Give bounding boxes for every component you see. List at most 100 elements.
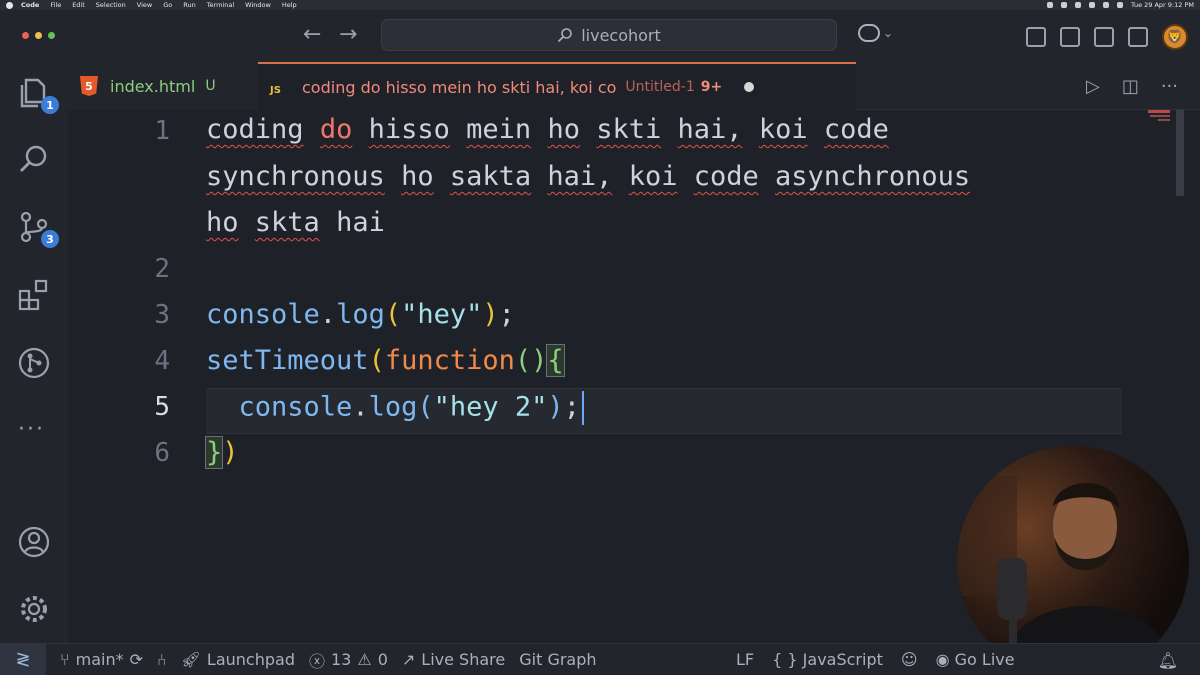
scm-badge: 3: [41, 230, 59, 248]
apple-icon[interactable]: [6, 1, 13, 9]
explorer-badge: 1: [41, 96, 59, 114]
menu-run[interactable]: Run: [183, 1, 195, 9]
source-control-icon[interactable]: 3: [17, 210, 59, 248]
sync-icon: ⟳: [129, 650, 143, 669]
code-token: koi: [758, 114, 808, 145]
wifi-icon[interactable]: [1102, 2, 1109, 8]
search-icon[interactable]: [17, 142, 51, 176]
more-actions-icon[interactable]: ···: [1161, 76, 1178, 97]
code-token: "hey": [401, 299, 483, 330]
toggle-primary-sidebar-icon[interactable]: [1060, 27, 1080, 47]
menu-go[interactable]: Go: [163, 1, 172, 9]
braces-icon: { }: [772, 650, 798, 669]
menu-edit[interactable]: Edit: [72, 1, 85, 9]
menu-window[interactable]: Window: [245, 1, 271, 9]
status-git-graph[interactable]: Git Graph: [519, 650, 596, 669]
go-live-button[interactable]: ◉ Go Live: [936, 650, 1015, 669]
code-token: ho: [547, 114, 580, 145]
title-bar: ← → livecohort ⌄ 🦁: [0, 10, 1200, 62]
extensions-icon[interactable]: [17, 278, 51, 312]
minimap[interactable]: [1124, 110, 1184, 196]
code-token: console: [238, 391, 353, 423]
git-graph-icon[interactable]: [17, 346, 51, 380]
broadcast-icon: ◉: [935, 650, 950, 669]
line-number: 5: [154, 392, 170, 422]
git-graph-label: Git Graph: [519, 650, 597, 669]
code-token: hai: [336, 207, 385, 238]
split-editor-icon[interactable]: ◫: [1122, 76, 1139, 97]
go-live-label: Go Live: [954, 650, 1015, 669]
editor-actions: ▷ ◫ ···: [1086, 76, 1178, 97]
close-window-button[interactable]: [22, 32, 29, 39]
window-controls: [22, 32, 55, 39]
live-share-icon: ↗: [401, 650, 416, 669]
tab-untitled-1[interactable]: JS coding do hisso mein ho skti hai, koi…: [258, 62, 856, 110]
copilot-status-icon[interactable]: ☺: [901, 650, 918, 669]
tab-index-html[interactable]: 5 index.html U: [68, 62, 258, 110]
code-token: setTimeout: [206, 345, 369, 376]
code-token: ;: [563, 391, 580, 423]
status-icon[interactable]: [1046, 2, 1053, 8]
code-line-1-row-1: coding do hisso mein ho skti hai, koi co…: [206, 114, 889, 145]
code-token: asynchronous: [775, 161, 971, 192]
copilot-menu[interactable]: ⌄: [858, 24, 893, 42]
unsaved-dot-icon[interactable]: [744, 82, 755, 92]
remote-indicator[interactable]: ≷: [0, 643, 46, 675]
control-center-icon[interactable]: [1116, 2, 1123, 8]
webcam-overlay: [957, 446, 1189, 675]
toggle-secondary-sidebar-icon[interactable]: [1128, 27, 1148, 47]
scrollbar-thumb[interactable]: [1176, 110, 1184, 196]
customize-layout-icon[interactable]: [1026, 27, 1046, 47]
menu-file[interactable]: File: [50, 1, 61, 9]
zoom-window-button[interactable]: [48, 32, 55, 39]
status-problems[interactable]: ⓧ 13 ⚠ 0: [309, 648, 388, 672]
code-line-1-row-3: ho skta hai: [206, 207, 385, 238]
menubar-clock[interactable]: Tue 29 Apr 9:12 PM: [1131, 1, 1194, 9]
code-token: do: [319, 114, 353, 145]
run-icon[interactable]: ▷: [1086, 76, 1100, 97]
js-icon: JS: [270, 85, 281, 96]
error-icon: ⓧ: [308, 651, 325, 671]
bell-icon[interactable]: 🔔︎: [1158, 651, 1178, 670]
untracked-status-badge: U: [205, 78, 216, 94]
code-token: koi: [628, 161, 678, 192]
code-token: .: [319, 299, 337, 330]
tab-label: coding do hisso mein ho skti hai, koi co: [302, 77, 617, 97]
status-icon[interactable]: [1060, 2, 1067, 8]
command-center-search[interactable]: livecohort: [381, 19, 837, 51]
line-number: 1: [154, 116, 170, 146]
gear-icon[interactable]: [17, 592, 51, 626]
status-branch[interactable]: ⑂ main* ⟳: [60, 650, 143, 669]
search-icon: [558, 28, 573, 43]
eol-indicator[interactable]: LF: [736, 650, 754, 669]
status-live-share[interactable]: ↗ Live Share: [402, 650, 505, 669]
warning-icon: ⚠: [357, 650, 372, 669]
forward-arrow-icon[interactable]: →: [339, 24, 357, 46]
status-launchpad[interactable]: 🚀︎ Launchpad: [181, 650, 295, 669]
more-views-icon[interactable]: ···: [18, 417, 45, 442]
line-number: 6: [154, 438, 170, 468]
menu-selection[interactable]: Selection: [96, 1, 126, 9]
errors-count: 13: [331, 650, 352, 669]
minimize-window-button[interactable]: [35, 32, 42, 39]
code-token: log: [336, 299, 385, 330]
menu-view[interactable]: View: [137, 1, 152, 9]
accounts-icon[interactable]: [17, 525, 51, 559]
explorer-icon[interactable]: 1: [17, 76, 59, 114]
status-icon[interactable]: [1074, 2, 1081, 8]
toggle-panel-icon[interactable]: [1094, 27, 1114, 47]
copilot-icon: [858, 24, 880, 42]
menu-help[interactable]: Help: [282, 1, 297, 9]
menu-terminal[interactable]: Terminal: [207, 1, 234, 9]
account-avatar-icon[interactable]: 🦁: [1162, 24, 1188, 50]
code-token: ): [482, 299, 499, 330]
menu-app[interactable]: Code: [21, 1, 39, 9]
code-token: synchronous: [206, 161, 385, 192]
language-mode[interactable]: { } JavaScript: [772, 650, 883, 669]
status-git-compare[interactable]: ⑃: [157, 650, 167, 669]
back-arrow-icon[interactable]: ←: [303, 24, 321, 46]
battery-icon[interactable]: [1088, 2, 1095, 8]
code-token: function: [384, 345, 515, 376]
status-bar: ≷ ⑂ main* ⟳ ⑃ 🚀︎ Launchpad ⓧ 13 ⚠ 0 ↗ Li…: [0, 643, 1200, 675]
line-number: 3: [154, 300, 170, 330]
